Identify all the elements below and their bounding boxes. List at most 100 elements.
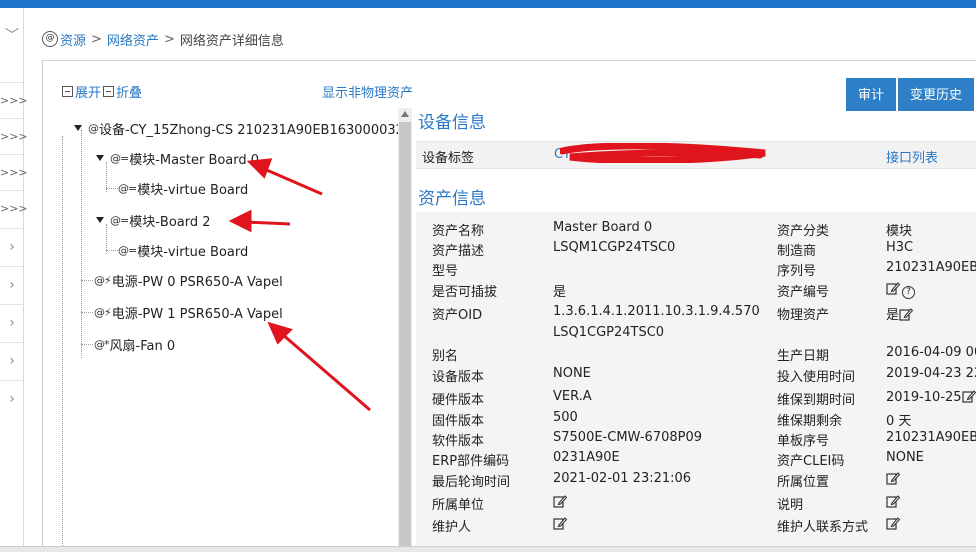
asset-info-title: 资产信息 <box>418 189 486 209</box>
asset-field-value-text: 2019-10-25 <box>886 390 962 405</box>
tree-node-power[interactable]: @⚡ 电源-PW 0 PSR650-A Vapel <box>94 270 283 290</box>
rail-chevron-right-icon[interactable]: › <box>0 304 24 340</box>
scroll-up-arrow-icon[interactable] <box>401 111 409 117</box>
expanded-triangle-icon[interactable] <box>74 125 82 131</box>
tree-node-module[interactable]: @= 模块-Board 2 <box>96 210 211 230</box>
asset-field-label: ERP部件编码 <box>432 450 509 469</box>
collapse-chevron-icon[interactable]: ﹀ <box>0 18 24 54</box>
asset-field-label-text: 说明 <box>777 498 804 513</box>
device-tag-label: 设备标签 <box>422 151 475 166</box>
asset-field-label-text: 制造商 <box>777 244 817 259</box>
asset-field-label: 资产OID <box>432 304 482 323</box>
tree-scrollbar[interactable] <box>398 108 412 552</box>
asset-field-value <box>886 471 901 487</box>
asset-field-label: 维保期剩余 <box>777 410 842 429</box>
asset-field-value <box>886 516 901 532</box>
asset-field-value: LSQM1CGP24TSC0 <box>553 240 675 255</box>
tree-connector <box>81 130 82 358</box>
asset-field-label-text: 资产OID <box>432 308 483 323</box>
breadcrumb: @ 资源 > 网络资产 > 网络资产详细信息 <box>42 30 284 49</box>
collapse-link[interactable]: 折叠 <box>116 82 142 101</box>
scrollbar-thumb[interactable] <box>399 122 411 552</box>
asset-field-value <box>553 516 568 532</box>
rail-expand-4[interactable]: >>> <box>0 190 28 226</box>
asset-field-label-text: 资产名称 <box>432 224 485 239</box>
asset-field-value-text: 210231A90EB1 <box>886 430 976 445</box>
expand-icon[interactable] <box>62 86 73 97</box>
asset-field-label-text: 别名 <box>432 349 459 364</box>
edit-icon[interactable] <box>886 494 901 508</box>
asset-field-value: 2019-04-23 22 <box>886 366 976 381</box>
audit-button[interactable]: 审计 <box>845 77 898 112</box>
module-icon: @= <box>118 181 137 195</box>
expanded-triangle-icon[interactable] <box>96 155 104 161</box>
edit-icon[interactable] <box>886 516 901 530</box>
asset-field-label: 制造商 <box>777 240 816 259</box>
breadcrumb-network-assets[interactable]: 网络资产 <box>107 30 159 49</box>
asset-field-label: 生产日期 <box>777 345 829 364</box>
tree-connector <box>81 312 93 313</box>
breadcrumb-resources[interactable]: 资源 <box>60 30 86 49</box>
asset-field-label-text: 资产分类 <box>777 224 830 239</box>
edit-icon[interactable] <box>553 494 568 508</box>
rail-expand-2[interactable]: >>> <box>0 118 28 154</box>
asset-field-label: 所属单位 <box>432 494 484 513</box>
asset-field-label-text: 所属位置 <box>777 475 830 490</box>
resource-icon: @ <box>42 31 58 47</box>
asset-field-label-text: 投入使用时间 <box>777 370 856 385</box>
edit-icon[interactable] <box>961 389 976 403</box>
rail-expand-1[interactable]: >>> <box>0 82 28 118</box>
breadcrumb-separator: > <box>91 31 102 47</box>
asset-field-label-text: 资产描述 <box>432 244 485 259</box>
rail-chevron-right-icon[interactable]: › <box>0 380 24 416</box>
help-icon[interactable]: ? <box>902 286 915 299</box>
interface-list-link[interactable]: 接口列表 <box>886 147 938 166</box>
asset-field-label: 序列号 <box>777 260 816 279</box>
asset-field-label-text: 设备版本 <box>432 370 485 385</box>
edit-icon[interactable] <box>886 471 901 485</box>
edit-icon[interactable] <box>886 281 901 295</box>
expand-link[interactable]: 展开 <box>75 82 101 101</box>
tree-connector <box>81 280 93 281</box>
asset-field-value: 1.3.6.1.4.1.2011.10.3.1.9.4.570 <box>553 304 760 319</box>
collapse-icon[interactable] <box>103 86 115 97</box>
show-nonphysical-link[interactable]: 显示非物理资产 <box>322 82 413 101</box>
tree-node-module[interactable]: @= 模块-Master Board 0 <box>96 148 259 168</box>
asset-field-value-text: 0231A90E <box>553 450 620 465</box>
module-icon: @= <box>110 151 129 165</box>
tree-node-device[interactable]: @ 设备-CY_15Zhong-CS 210231A90EB163000032 <box>74 118 404 138</box>
change-history-button[interactable]: 变更历史 <box>897 77 976 112</box>
asset-field-value-text: VER.A <box>553 389 592 404</box>
tree-node-fan[interactable]: @* 风扇-Fan 0 <box>94 334 175 354</box>
tree-node-power[interactable]: @⚡ 电源-PW 1 PSR650-A Vapel <box>94 302 283 322</box>
top-accent-bar <box>0 0 976 8</box>
asset-field-label: 维护人 <box>432 516 471 535</box>
tree-node-module[interactable]: @= 模块-virtue Board <box>118 178 248 198</box>
asset-field-value: 2019-10-25 <box>886 389 976 405</box>
asset-field-label-text: 软件版本 <box>432 434 485 449</box>
asset-field-value-text: LSQ1CGP24TSC0 <box>553 325 665 340</box>
rail-chevron-right-icon[interactable]: › <box>0 342 24 378</box>
asset-field-value: 0231A90E <box>553 450 620 465</box>
rail-chevron-right-icon[interactable]: › <box>0 266 24 302</box>
asset-field-label-text: 所属单位 <box>432 498 485 513</box>
asset-field-value-text: Master Board 0 <box>553 220 653 235</box>
asset-field-value <box>886 494 901 510</box>
bottom-scrollbar[interactable] <box>0 546 976 552</box>
rail-chevron-right-icon[interactable]: › <box>0 228 24 264</box>
asset-field-value <box>553 494 568 510</box>
edit-icon[interactable] <box>899 307 914 321</box>
expanded-triangle-icon[interactable] <box>96 217 104 223</box>
rail-expand-3[interactable]: >>> <box>0 154 28 190</box>
asset-field-value-text: 2021-02-01 23:21:06 <box>553 471 692 486</box>
asset-field-label-text: 物理资产 <box>777 308 830 323</box>
edit-icon[interactable] <box>553 516 568 530</box>
asset-field-label: 固件版本 <box>432 410 484 429</box>
tree-node-label: 模块-Master Board 0 <box>129 152 260 168</box>
asset-field-value: S7500E-CMW-6708P09 <box>553 430 702 445</box>
tree-node-module[interactable]: @= 模块-virtue Board <box>118 240 248 260</box>
asset-field-label: 软件版本 <box>432 430 484 449</box>
asset-field-label: 资产名称 <box>432 220 484 239</box>
asset-field-label: 维保到期时间 <box>777 389 855 408</box>
asset-field-label: 维护人联系方式 <box>777 516 868 535</box>
